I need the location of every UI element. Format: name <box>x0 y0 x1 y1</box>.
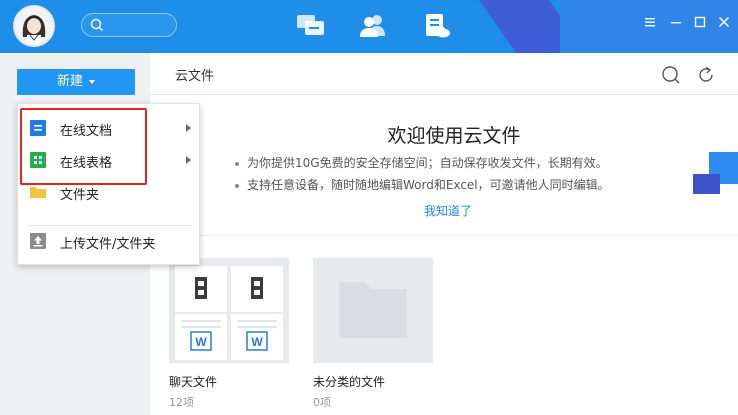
menu-item-upload[interactable]: 上传文件/文件夹 <box>18 226 199 256</box>
page-title: 云文件 <box>175 69 215 84</box>
folder-thumbnail <box>313 258 433 363</box>
search-input[interactable] <box>81 13 177 37</box>
welcome-banner: 欢迎使用云文件 为你提供10G免费的安全存储空间；自动保存收发文件，长期有效。 … <box>150 96 738 236</box>
folder-count: 12项 <box>169 396 194 409</box>
file-thumb <box>231 266 283 312</box>
avatar[interactable] <box>13 5 55 47</box>
svg-text:W: W <box>251 335 263 349</box>
menu-item-label: 上传文件/文件夹 <box>60 237 156 252</box>
bullet-dot <box>235 183 239 188</box>
minimize-icon[interactable] <box>669 15 685 31</box>
chevron-down-icon <box>89 79 95 84</box>
file-thumb <box>175 266 227 312</box>
main-header: 云文件 <box>150 53 738 95</box>
online-sheet-icon <box>30 152 46 168</box>
bullet-text: 支持任意设备，随时随地编辑Word和Excel，可邀请他人同时编辑。 <box>247 178 610 192</box>
menu-icon[interactable] <box>643 15 659 31</box>
folder-name: 聊天文件 <box>169 375 218 389</box>
cloud-files-nav-icon[interactable] <box>422 12 456 40</box>
menu-item-label: 文件夹 <box>60 188 100 203</box>
welcome-bullet: 支持任意设备，随时随地编辑Word和Excel，可邀请他人同时编辑。 <box>235 176 610 193</box>
new-button-label: 新建 <box>56 74 83 89</box>
folder-icon <box>30 184 46 200</box>
word-file-icon: W <box>231 314 283 360</box>
folder-name: 未分类的文件 <box>313 375 386 389</box>
messages-nav-icon[interactable] <box>296 12 330 40</box>
search-icon <box>90 18 104 32</box>
bullet-dot <box>235 161 239 166</box>
title-bar <box>0 0 738 53</box>
folder-card-chat-files[interactable]: W W 聊天文件 12项 <box>169 258 289 410</box>
chevron-right-icon <box>186 156 191 164</box>
menu-item-online-doc[interactable]: 在线文档 <box>18 113 199 143</box>
svg-text:W: W <box>195 335 207 349</box>
menu-item-label: 在线表格 <box>60 156 113 171</box>
banner-decoration <box>693 174 720 194</box>
bullet-text: 为你提供10G免费的安全存储空间；自动保存收发文件，长期有效。 <box>247 156 608 170</box>
folder-icon <box>339 282 407 338</box>
menu-item-label: 在线文档 <box>60 124 113 139</box>
folder-count: 0项 <box>313 396 331 409</box>
online-doc-icon <box>30 120 46 136</box>
search-icon[interactable] <box>661 65 681 85</box>
menu-item-online-sheet[interactable]: 在线表格 <box>18 145 199 175</box>
app-window: 新建 云文件 欢迎使用云文件 为你提供10G免费的安全存储空间；自动保存收发文件… <box>0 0 738 415</box>
menu-item-folder[interactable]: 文件夹 <box>18 177 199 207</box>
got-it-link[interactable]: 我知道了 <box>150 202 738 219</box>
contacts-nav-icon[interactable] <box>358 12 392 40</box>
close-icon[interactable] <box>717 15 733 31</box>
upload-icon <box>30 233 46 249</box>
maximize-icon[interactable] <box>693 15 709 31</box>
welcome-title: 欢迎使用云文件 <box>387 125 521 147</box>
chevron-right-icon <box>186 124 191 132</box>
refresh-icon[interactable] <box>696 65 716 85</box>
welcome-bullet: 为你提供10G免费的安全存储空间；自动保存收发文件，长期有效。 <box>235 154 608 171</box>
new-dropdown-menu: 在线文档 在线表格 文件夹 上传文件/文件夹 <box>17 103 200 265</box>
word-file-icon: W <box>175 314 227 360</box>
new-button[interactable]: 新建 <box>17 69 135 95</box>
folder-card-uncategorized[interactable]: 未分类的文件 0项 <box>313 258 433 410</box>
folder-thumbnail: W W <box>169 258 289 363</box>
